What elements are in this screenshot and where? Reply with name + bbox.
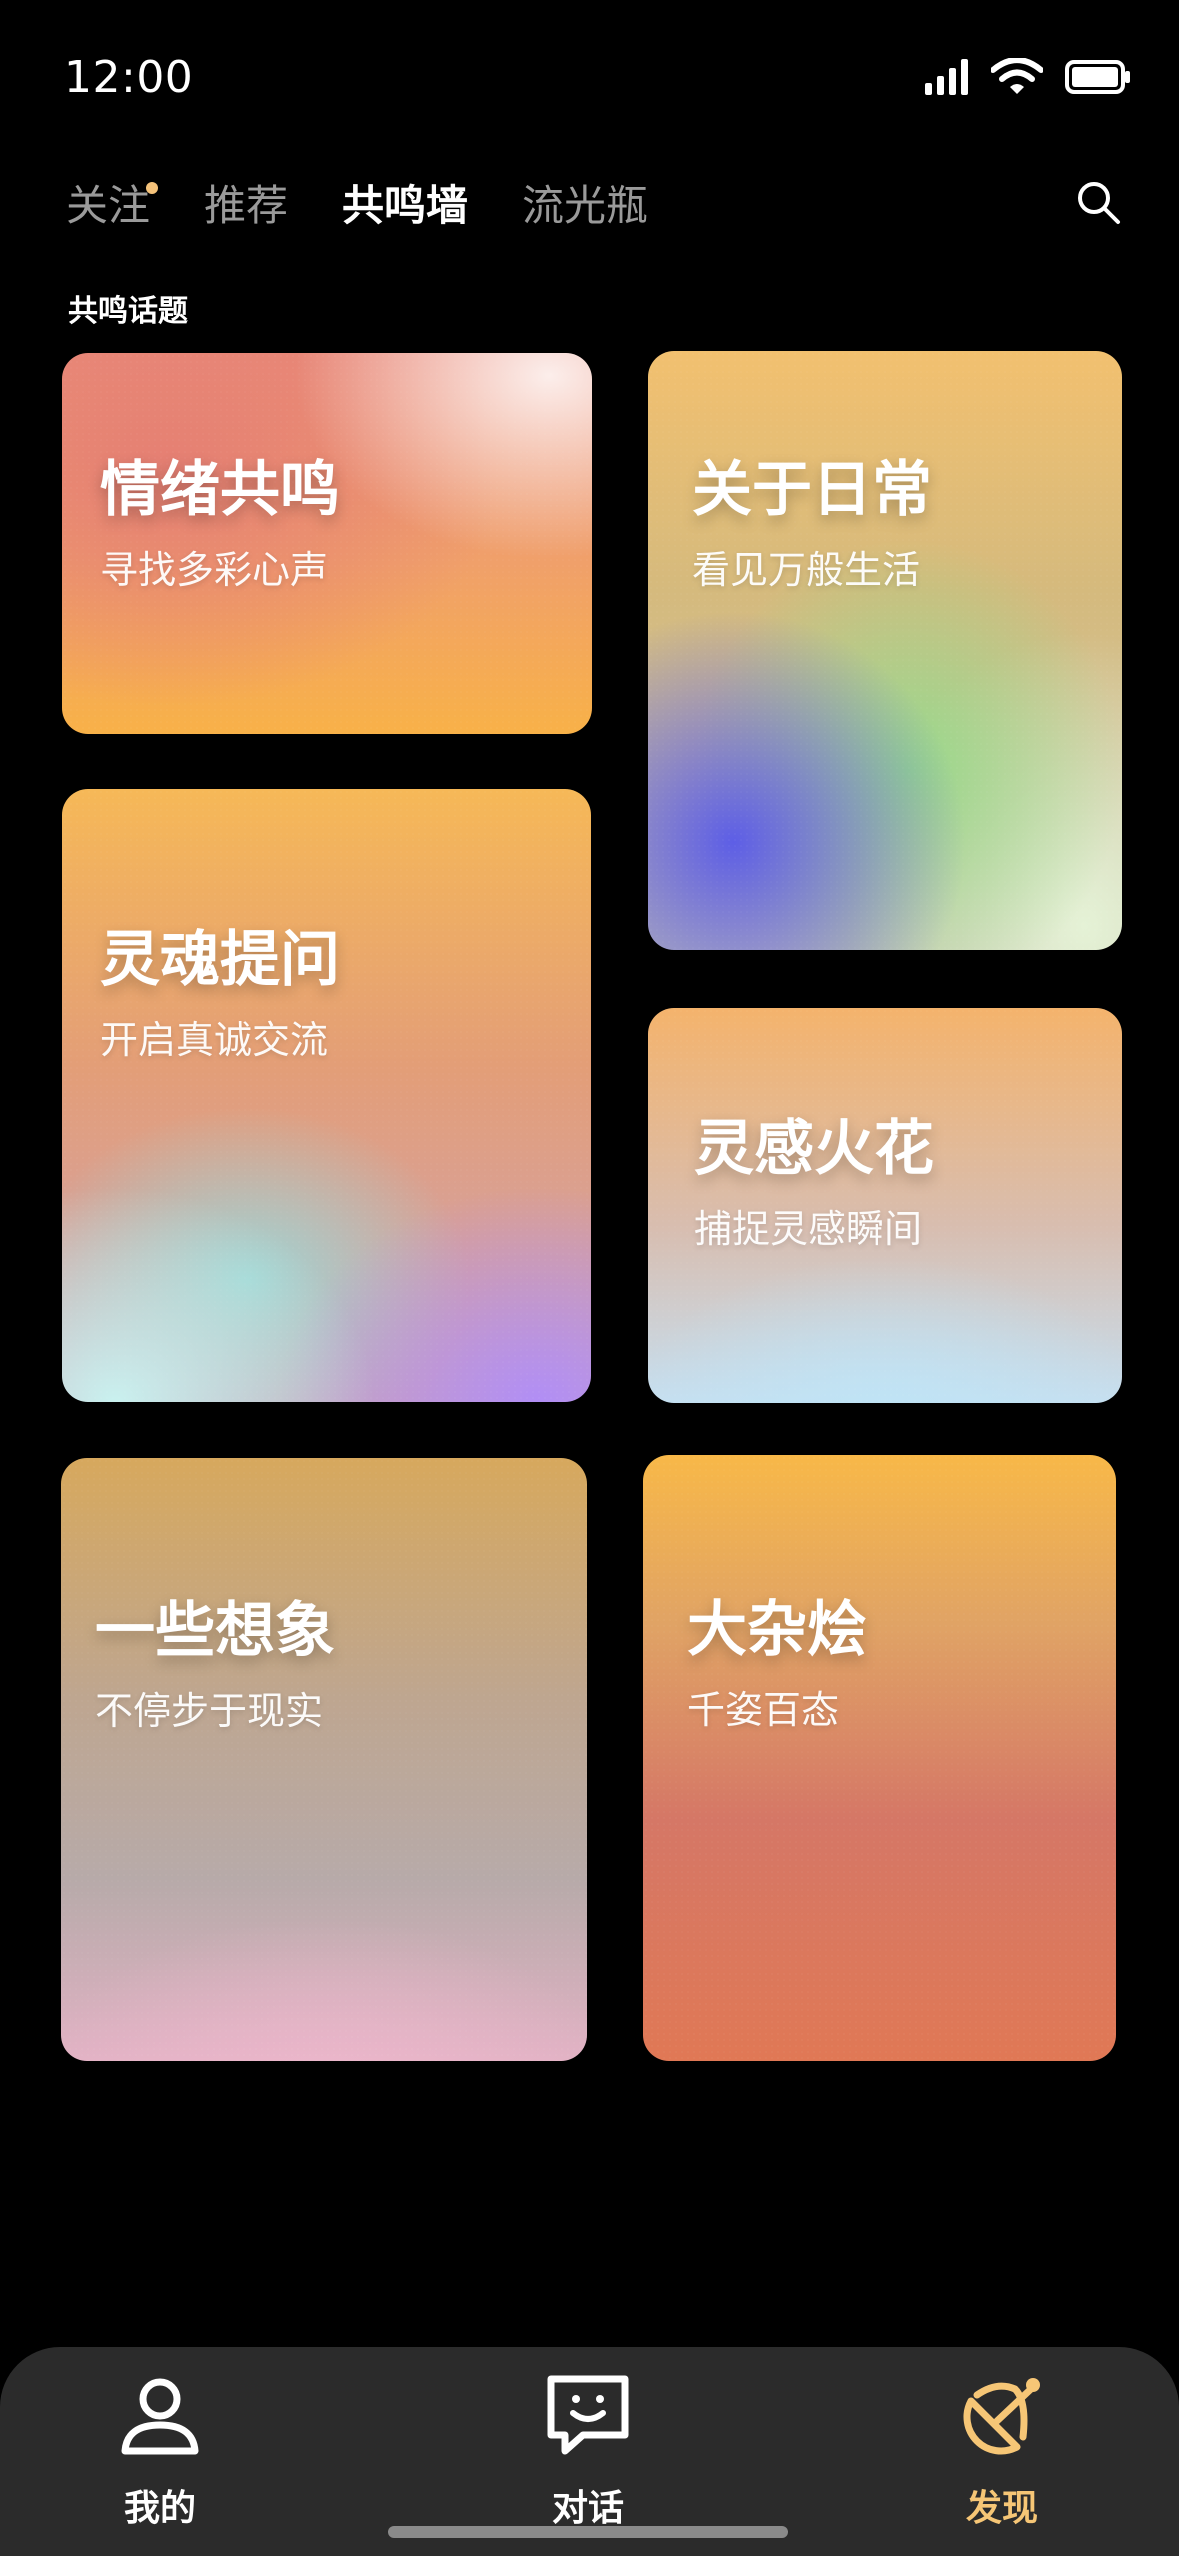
topic-card-imagination[interactable]: 一些想象 不停步于现实 xyxy=(61,1458,587,2061)
wifi-icon xyxy=(991,58,1043,94)
card-title: 一些想象 xyxy=(95,1596,335,1666)
card-title: 情绪共鸣 xyxy=(100,455,340,525)
nav-item-mine[interactable]: 我的 xyxy=(60,2347,260,2556)
person-icon xyxy=(121,2378,199,2455)
card-subtitle: 捕捉灵感瞬间 xyxy=(694,1207,923,1251)
status-icons xyxy=(925,58,1131,96)
nav-label: 发现 xyxy=(965,2488,1038,2529)
nav-label: 对话 xyxy=(551,2488,624,2529)
card-texture xyxy=(62,789,591,1402)
card-title: 灵感火花 xyxy=(694,1114,934,1184)
notification-dot xyxy=(146,182,158,194)
signal-icon xyxy=(925,59,968,95)
card-subtitle: 开启真诚交流 xyxy=(100,1018,329,1062)
tab-follow[interactable]: 关注 xyxy=(66,172,150,233)
section-title: 共鸣话题 xyxy=(68,294,188,329)
top-tabs: 关注 推荐 共鸣墙 流光瓶 xyxy=(66,172,1179,242)
home-indicator[interactable] xyxy=(388,2526,788,2538)
topic-card-inspiration[interactable]: 灵感火花 捕捉灵感瞬间 xyxy=(648,1008,1122,1403)
card-texture xyxy=(643,1455,1116,2061)
topic-card-daily[interactable]: 关于日常 看见万般生活 xyxy=(648,351,1122,950)
status-bar: 12:00 xyxy=(0,0,1179,160)
card-title: 灵魂提问 xyxy=(100,925,340,995)
battery-icon xyxy=(1065,60,1130,94)
nav-item-discover[interactable]: 发现 xyxy=(902,2347,1102,2556)
search-icon[interactable] xyxy=(1074,178,1122,226)
nav-label: 我的 xyxy=(123,2488,196,2529)
discover-icon xyxy=(963,2378,1040,2455)
tab-flowing-bottle[interactable]: 流光瓶 xyxy=(522,172,648,233)
card-subtitle: 看见万般生活 xyxy=(692,548,921,592)
card-texture xyxy=(61,1458,587,2061)
topic-card-medley[interactable]: 大杂烩 千姿百态 xyxy=(643,1455,1116,2061)
card-title: 大杂烩 xyxy=(687,1595,867,1665)
chat-icon xyxy=(547,2375,629,2455)
status-time: 12:00 xyxy=(64,52,194,103)
tab-resonance-wall[interactable]: 共鸣墙 xyxy=(342,172,468,233)
topic-card-emotion[interactable]: 情绪共鸣 寻找多彩心声 xyxy=(62,353,592,734)
card-subtitle: 千姿百态 xyxy=(687,1688,840,1732)
tab-recommend[interactable]: 推荐 xyxy=(204,172,288,233)
card-subtitle: 不停步于现实 xyxy=(95,1689,324,1733)
bottom-nav: 我的 对话 发现 xyxy=(0,2347,1179,2556)
topic-card-soul-question[interactable]: 灵魂提问 开启真诚交流 xyxy=(62,789,591,1402)
nav-item-chat[interactable]: 对话 xyxy=(488,2347,688,2556)
card-title: 关于日常 xyxy=(692,455,932,525)
card-subtitle: 寻找多彩心声 xyxy=(100,548,329,592)
